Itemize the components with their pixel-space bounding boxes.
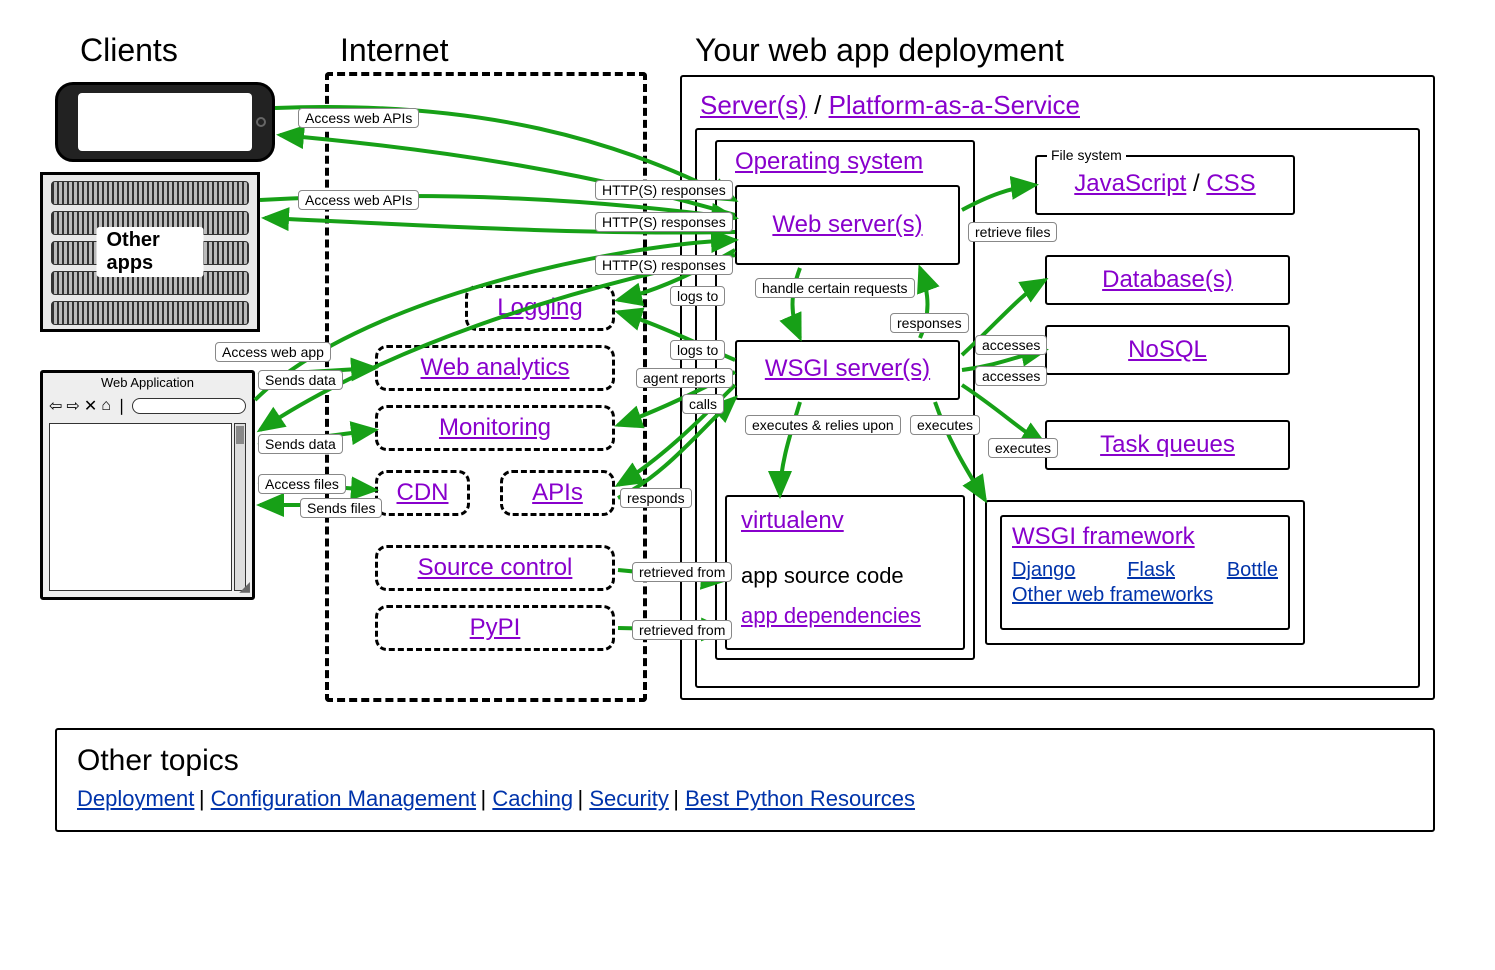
heading-deployment: Your web app deployment — [695, 32, 1064, 69]
link-other-fw[interactable]: Other web frameworks — [1012, 584, 1213, 606]
label-retrieved-from-2: retrieved from — [632, 620, 732, 640]
client-phone — [55, 82, 275, 162]
link-js[interactable]: JavaScript — [1074, 170, 1186, 197]
box-wsgi-server[interactable]: WSGI server(s) — [735, 340, 960, 400]
box-monitoring[interactable]: Monitoring — [375, 405, 615, 451]
forward-icon: ⇨ — [66, 396, 79, 416]
label-accesses-2: accesses — [975, 366, 1047, 386]
label-access-web-apis-2: Access web APIs — [298, 190, 419, 210]
slash: / — [814, 90, 828, 120]
box-file-system: File system JavaScript / CSS — [1035, 155, 1295, 215]
url-bar — [132, 398, 246, 414]
link-deployment[interactable]: Deployment — [77, 786, 194, 811]
label-http-resp-3: HTTP(S) responses — [595, 255, 733, 275]
box-db[interactable]: Database(s) — [1045, 255, 1290, 305]
link-virtualenv[interactable]: virtualenv — [741, 507, 844, 534]
back-icon: ⇦ — [49, 396, 62, 416]
client-other-apps: Other apps — [40, 172, 260, 332]
browser-title: Web Application — [43, 373, 252, 392]
link-caching[interactable]: Caching — [492, 786, 573, 811]
label-calls: calls — [682, 394, 724, 414]
box-wsgi-fw: WSGI framework Django Flask Bottle Other… — [1000, 515, 1290, 630]
link-best[interactable]: Best Python Resources — [685, 786, 915, 811]
label-app-source: app source code — [741, 563, 949, 589]
box-task-queues[interactable]: Task queues — [1045, 420, 1290, 470]
link-security[interactable]: Security — [589, 786, 668, 811]
box-cdn[interactable]: CDN — [375, 470, 470, 516]
label-logs-to-1: logs to — [670, 286, 725, 306]
link-servers[interactable]: Server(s) — [700, 90, 807, 120]
label-executes-1: executes — [910, 415, 980, 435]
box-virtualenv: virtualenv app source code app dependenc… — [725, 495, 965, 650]
label-executes-relies: executes & relies upon — [745, 415, 901, 435]
link-app-deps[interactable]: app dependencies — [741, 603, 921, 628]
box-web-analytics[interactable]: Web analytics — [375, 345, 615, 391]
label-responds: responds — [620, 488, 692, 508]
bookmark-icon: ❘ — [115, 396, 128, 416]
client-browser: Web Application ⇦ ⇨ ✕ ⌂ ❘ ◢ — [40, 370, 255, 600]
link-config[interactable]: Configuration Management — [211, 786, 476, 811]
link-django[interactable]: Django — [1012, 559, 1075, 582]
label-sends-data-1: Sends data — [258, 370, 343, 390]
heading-internet: Internet — [340, 32, 449, 69]
legend-file-system: File system — [1047, 147, 1126, 163]
box-source-control[interactable]: Source control — [375, 545, 615, 591]
label-access-web-apis-1: Access web APIs — [298, 108, 419, 128]
box-nosql[interactable]: NoSQL — [1045, 325, 1290, 375]
label-retrieve-files: retrieve files — [968, 222, 1057, 242]
link-paas[interactable]: Platform-as-a-Service — [829, 90, 1080, 120]
link-flask[interactable]: Flask — [1127, 559, 1175, 582]
label-access-files: Access files — [258, 474, 346, 494]
label-logs-to-2: logs to — [670, 340, 725, 360]
label-sends-files: Sends files — [300, 498, 382, 518]
label-executes-2: executes — [988, 438, 1058, 458]
link-css[interactable]: CSS — [1206, 170, 1255, 197]
link-wsgi-framework[interactable]: WSGI framework — [1012, 523, 1195, 550]
other-topics-heading: Other topics — [77, 744, 1413, 778]
link-bottle[interactable]: Bottle — [1227, 559, 1278, 582]
heading-clients: Clients — [80, 32, 178, 69]
box-logging[interactable]: Logging — [465, 285, 615, 331]
deployment-header: Server(s) / Platform-as-a-Service — [700, 90, 1080, 121]
other-topics-box: Other topics Deployment | Configuration … — [55, 728, 1435, 832]
label-http-resp-2: HTTP(S) responses — [595, 212, 733, 232]
label-agent-reports: agent reports — [636, 368, 733, 388]
box-web-server[interactable]: Web server(s) — [735, 185, 960, 265]
label-accesses-1: accesses — [975, 335, 1047, 355]
label-retrieved-from-1: retrieved from — [632, 562, 732, 582]
box-pypi[interactable]: PyPI — [375, 605, 615, 651]
label-access-web-app: Access web app — [215, 342, 331, 362]
label-sends-data-2: Sends data — [258, 434, 343, 454]
label-responses: responses — [890, 313, 969, 333]
link-os[interactable]: Operating system — [735, 148, 923, 176]
box-apis[interactable]: APIs — [500, 470, 615, 516]
home-icon: ⌂ — [101, 397, 111, 415]
label-handle-requests: handle certain requests — [755, 278, 915, 298]
label-http-resp-1: HTTP(S) responses — [595, 180, 733, 200]
other-apps-label: Other apps — [97, 227, 204, 277]
stop-icon: ✕ — [84, 396, 97, 416]
